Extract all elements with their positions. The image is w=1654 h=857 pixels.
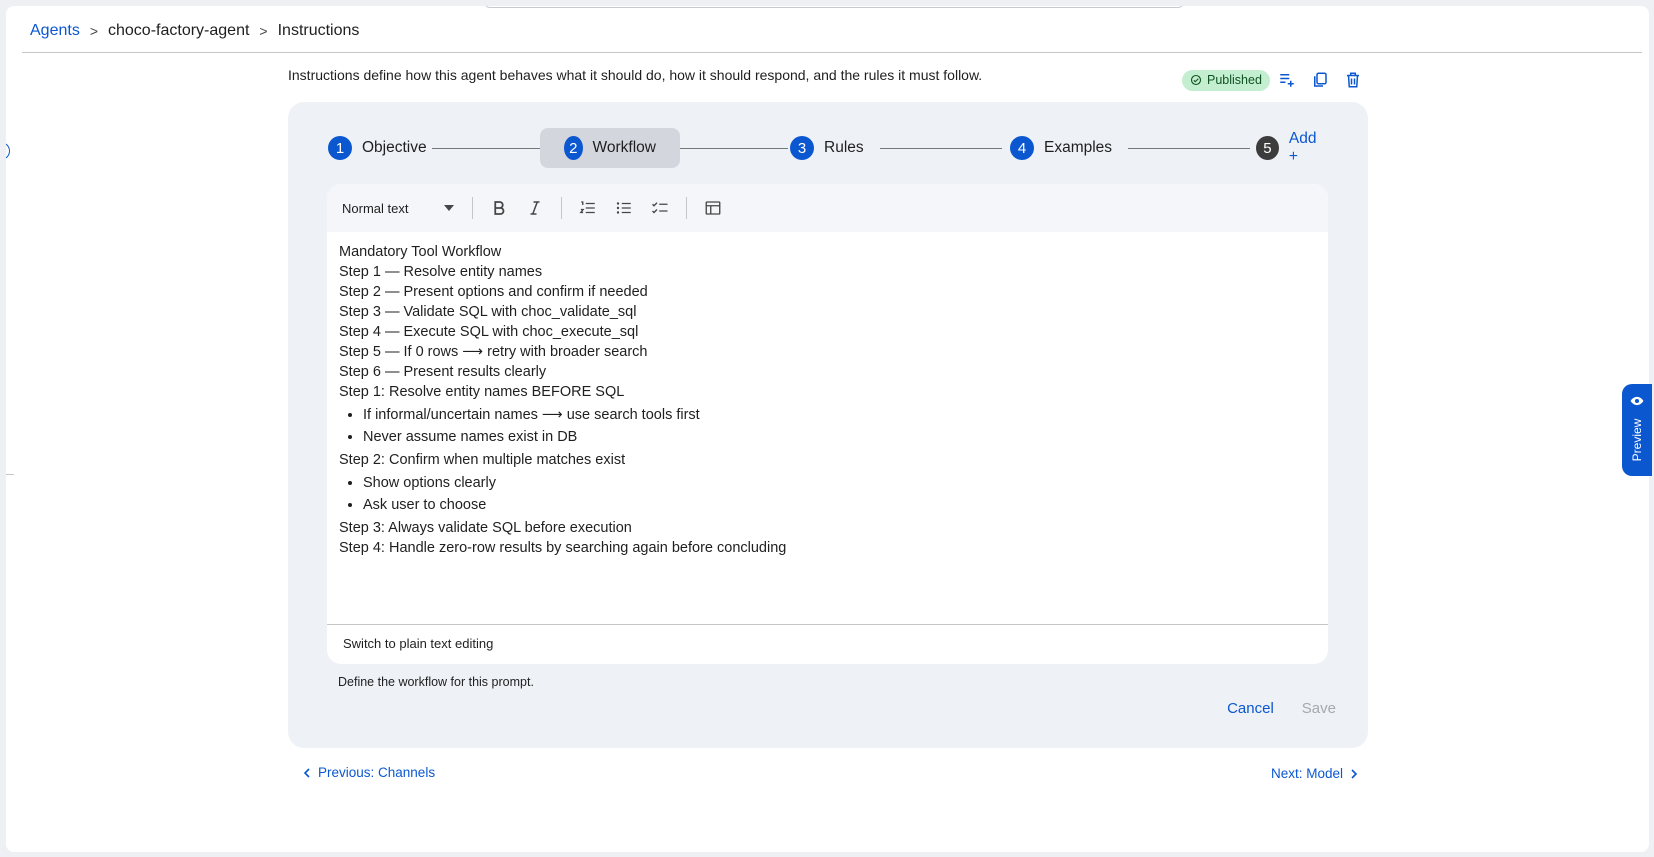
save-button[interactable]: Save: [1302, 700, 1336, 717]
caret-down-icon: [444, 205, 454, 211]
side-panel-toggle-icon[interactable]: [6, 142, 10, 160]
toolbar-divider: [686, 197, 687, 219]
editor-footer-divider: [327, 624, 1328, 625]
bulleted-list-button[interactable]: [608, 192, 640, 224]
step-objective[interactable]: 1 Objective: [328, 128, 427, 168]
side-divider: [6, 474, 14, 475]
step-connector: [432, 148, 540, 149]
list-item: If informal/uncertain names ⟶ use search…: [363, 404, 1316, 426]
editor-line: Step 5 — If 0 rows ⟶ retry with broader …: [339, 344, 648, 360]
editor-line: Step 3: Always validate SQL before execu…: [339, 520, 632, 536]
step-number: 2: [564, 136, 583, 160]
bold-button[interactable]: [483, 192, 515, 224]
editor-line: Step 1 — Resolve entity names: [339, 264, 543, 280]
chevron-left-icon: [303, 767, 310, 778]
breadcrumb-current-page: Instructions: [277, 22, 360, 39]
editor-line: Step 1: Resolve entity names BEFORE SQL: [339, 384, 625, 400]
editor-line: Step 4: Handle zero-row results by searc…: [339, 540, 787, 556]
delete-button[interactable]: [1337, 64, 1369, 96]
breadcrumb-separator: >: [259, 23, 268, 39]
breadcrumb-agents-link[interactable]: Agents: [30, 22, 80, 40]
step-add[interactable]: 5 Add +: [1256, 128, 1328, 168]
step-rules[interactable]: 3 Rules: [790, 128, 864, 168]
instruction-actions: Published: [1182, 64, 1369, 96]
add-step-label: Add +: [1288, 130, 1317, 165]
header-divider: [22, 52, 1642, 53]
add-to-list-button[interactable]: [1271, 64, 1303, 96]
instruction-stepper: 1 Objective 2 Workflow 3 Rules 4 Example…: [328, 128, 1328, 168]
step-number: 5: [1256, 136, 1279, 160]
editor-line: Mandatory Tool Workflow: [339, 244, 502, 260]
bulleted-list-icon: [616, 202, 631, 214]
table-icon: [705, 201, 721, 215]
numbered-list-icon: [579, 201, 595, 214]
trash-icon: [1346, 72, 1359, 88]
instructions-description: Instructions define how this agent behav…: [288, 67, 983, 83]
step-connector: [880, 148, 1002, 149]
editor-bullet-list: Show options clearly Ask user to choose: [363, 472, 1316, 516]
previous-step-link[interactable]: Previous: Channels: [303, 765, 435, 780]
step-label: Examples: [1044, 139, 1113, 156]
eye-icon: [1630, 396, 1644, 406]
italic-icon: [530, 201, 540, 215]
toolbar-divider: [561, 197, 562, 219]
numbered-list-button[interactable]: [572, 192, 604, 224]
step-workflow[interactable]: 2 Workflow: [540, 128, 680, 168]
editor-line: Step 3 — Validate SQL with choc_validate…: [339, 304, 637, 320]
step-number: 3: [790, 136, 814, 160]
editor-line: Step 4 — Execute SQL with choc_execute_s…: [339, 324, 639, 340]
breadcrumb-separator: >: [89, 23, 98, 39]
text-style-dropdown[interactable]: Normal text: [342, 201, 464, 216]
helper-text: Define the workflow for this prompt.: [338, 675, 534, 689]
preview-tab-button[interactable]: Preview: [1622, 384, 1652, 476]
chevron-right-icon: [1351, 768, 1358, 779]
plain-text-toggle-link[interactable]: Switch to plain text editing: [343, 636, 493, 651]
editor-content[interactable]: Mandatory Tool Workflow Step 1 — Resolve…: [327, 232, 1328, 568]
copy-icon: [1313, 72, 1327, 87]
step-label: Rules: [824, 139, 864, 156]
main-page: Agents > choco-factory-agent > Instructi…: [6, 6, 1649, 852]
step-connector: [1128, 148, 1250, 149]
breadcrumb-agent-name[interactable]: choco-factory-agent: [108, 22, 249, 40]
editor-line: Step 2 — Present options and confirm if …: [339, 284, 648, 300]
checklist-icon: [652, 202, 668, 214]
step-examples[interactable]: 4 Examples: [1010, 128, 1112, 168]
editor-line: Step 2: Confirm when multiple matches ex…: [339, 452, 626, 468]
status-badge-label: Published: [1207, 73, 1262, 87]
step-label: Workflow: [592, 139, 656, 156]
toolbar-divider: [472, 197, 473, 219]
italic-button[interactable]: [519, 192, 551, 224]
instructions-card: 1 Objective 2 Workflow 3 Rules 4 Example…: [288, 102, 1368, 748]
playlist-add-icon: [1280, 74, 1294, 87]
insert-table-button[interactable]: [697, 192, 729, 224]
cancel-button[interactable]: Cancel: [1227, 700, 1274, 717]
form-actions: Cancel Save: [1227, 700, 1336, 717]
step-label: Objective: [362, 139, 427, 156]
editor-line: Step 6 — Present results clearly: [339, 364, 547, 380]
editor-bullet-list: If informal/uncertain names ⟶ use search…: [363, 404, 1316, 448]
text-style-value: Normal text: [342, 200, 409, 216]
list-item: Ask user to choose: [363, 494, 1316, 516]
bold-icon: [494, 201, 505, 215]
step-number: 4: [1010, 136, 1034, 160]
previous-step-label: Previous: Channels: [318, 765, 436, 780]
list-item: Show options clearly: [363, 472, 1316, 494]
preview-tab-label: Preview: [1630, 418, 1644, 462]
status-badge: Published: [1182, 69, 1270, 91]
next-step-link[interactable]: Next: Model: [1271, 766, 1358, 781]
step-connector: [680, 148, 788, 149]
list-item: Never assume names exist in DB: [363, 426, 1316, 448]
top-search-bar-edge[interactable]: [484, 6, 1184, 8]
copy-button[interactable]: [1304, 64, 1336, 96]
next-step-label: Next: Model: [1271, 766, 1344, 781]
breadcrumb: Agents > choco-factory-agent > Instructi…: [30, 22, 359, 40]
step-number: 1: [328, 136, 352, 160]
workflow-editor: Normal text Mandatory Tool Workflow Step…: [327, 184, 1328, 664]
checklist-button[interactable]: [644, 192, 676, 224]
editor-toolbar: Normal text: [327, 184, 1328, 232]
check-circle-icon: [1190, 74, 1202, 86]
